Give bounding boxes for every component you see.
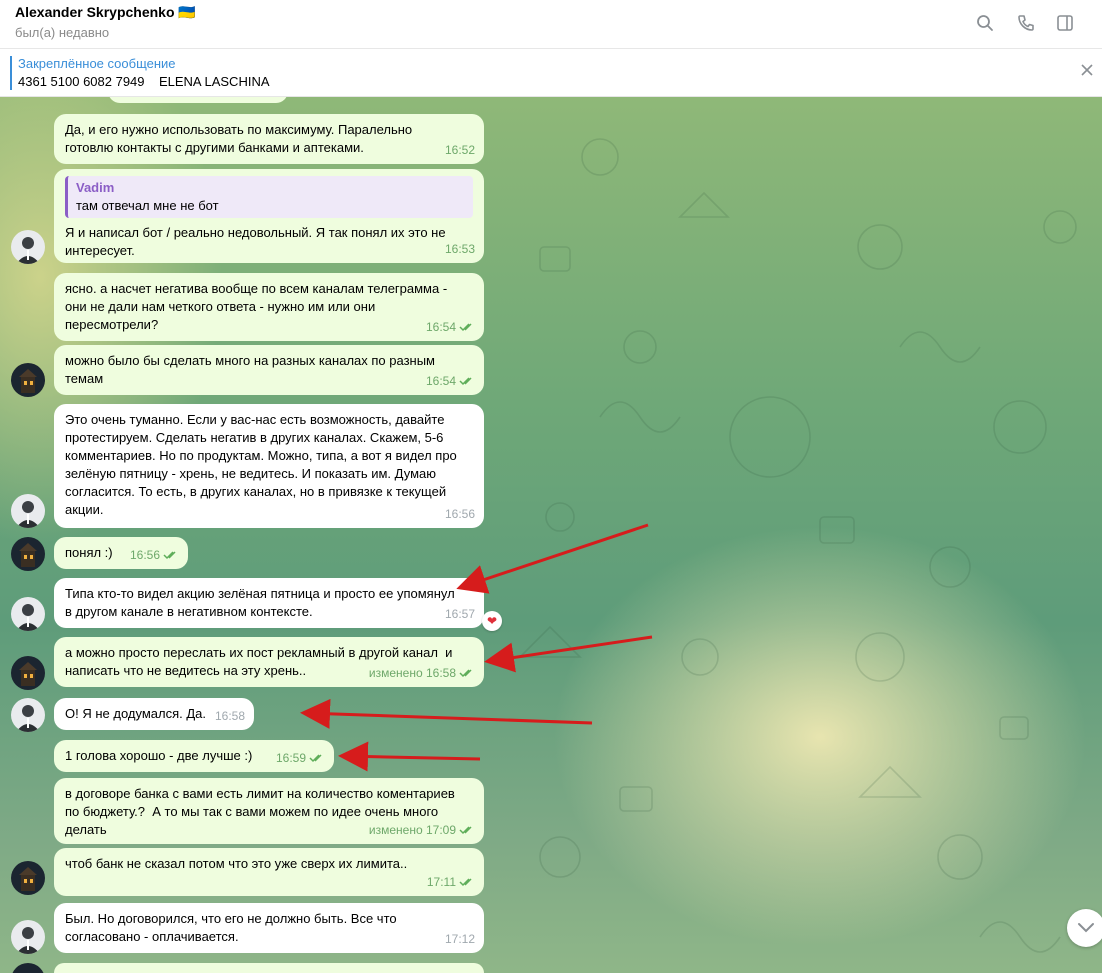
message-bubble[interactable]: чтоб банк не сказал потом что это уже св… [54,848,484,896]
avatar[interactable] [11,656,45,690]
contact-name[interactable]: Alexander Skrypchenko 🇺🇦 [15,4,196,21]
avatar[interactable] [11,597,45,631]
read-checkmark-icon [459,669,472,678]
message-meta: 16:52 [445,141,475,159]
avatar[interactable] [11,494,45,528]
message-text: ясно. а насчет негатива вообще по всем к… [65,281,448,332]
message-meta: 16:59 [276,749,325,767]
message-text: чтоб банк не сказал потом что это уже св… [65,856,408,871]
message-bubble-partial[interactable] [54,963,484,973]
message-meta: 16:54 [426,318,475,336]
read-checkmark-icon [459,826,472,835]
message-bubble[interactable]: понял :) 16:56 [54,537,188,569]
avatar[interactable] [11,230,45,264]
message-time: 16:54 [425,374,456,388]
reply-text: там отвечал мне не бот [76,198,219,213]
avatar[interactable] [11,537,45,571]
avatar[interactable] [11,363,45,397]
chat-header: Alexander Skrypchenko 🇺🇦 был(а) недавно [0,0,1102,49]
close-icon[interactable] [1080,63,1100,83]
heart-reaction-icon[interactable]: ❤ [482,611,502,631]
message-bubble[interactable]: Был. Но договорился, что его не должно б… [54,903,484,953]
message-time: изменено 16:58 [368,666,456,680]
message-time: 16:54 [425,320,456,334]
phone-icon[interactable] [1013,10,1039,36]
message-time: 17:11 [426,875,456,889]
message-bubble[interactable]: О! Я не додумался. Да. 16:58 [54,698,254,730]
message-text: Типа кто-то видел акцию зелёная пятница … [65,586,455,619]
message-bubble[interactable]: Это очень туманно. Если у вас-нас есть в… [54,404,484,528]
message-bubble[interactable]: ясно. а насчет негатива вообще по всем к… [54,273,484,341]
read-checkmark-icon [459,323,472,332]
message-meta: 17:11 [427,873,475,891]
message-list[interactable]: Да, и его нужно использовать по максимум… [0,97,1102,973]
message-time: 16:57 [444,607,475,621]
message-time: изменено 17:09 [368,823,456,837]
contact-status: был(а) недавно [15,25,110,40]
message-bubble[interactable]: Типа кто-то видел акцию зелёная пятница … [54,578,484,628]
chevron-down-icon [1078,923,1094,933]
reply-quote[interactable]: Vadim там отвечал мне не бот [65,176,473,218]
message-meta: 16:56 [130,546,179,564]
search-icon[interactable] [972,10,998,36]
message-meta: изменено 16:58 [369,664,475,682]
message-bubble[interactable]: можно было бы сделать много на разных ка… [54,345,484,395]
avatar[interactable] [11,920,45,954]
message-time: 16:53 [444,242,475,256]
message-bubble[interactable]: 1 голова хорошо - две лучше :) 16:59 [54,740,334,772]
read-checkmark-icon [459,878,472,887]
read-checkmark-icon [163,551,176,560]
message-text: можно было бы сделать много на разных ка… [65,353,435,386]
reply-author: Vadim [76,180,115,195]
read-checkmark-icon [309,754,322,763]
message-bubble[interactable]: в договоре банка с вами есть лимит на ко… [54,778,484,844]
read-checkmark-icon [459,377,472,386]
message-meta: изменено 17:09 [369,821,475,839]
message-time: 16:59 [275,751,306,765]
message-text: Это очень туманно. Если у вас-нас есть в… [65,412,457,517]
message-time: 16:56 [444,507,475,521]
avatar[interactable] [11,698,45,732]
pinned-text: 4361 5100 6082 7949 ELENA LASCHINA [18,74,270,89]
message-meta: 16:54 [426,372,475,390]
message-meta: 16:53 [445,240,475,258]
scroll-to-bottom-button[interactable] [1067,909,1102,947]
message-text: Да, и его нужно использовать по максимум… [65,122,413,155]
pinned-message-bar[interactable]: Закреплённое сообщение 4361 5100 6082 79… [0,49,1102,97]
message-meta: 16:58 [215,707,245,725]
message-text: Был. Но договорился, что его не должно б… [65,911,397,944]
message-meta: 16:57 [445,605,475,623]
message-time: 17:12 [444,932,475,946]
sidebar-toggle-icon[interactable] [1052,10,1078,36]
message-bubble[interactable]: а можно просто переслать их пост рекламн… [54,637,484,687]
message-text: Я и написал бот / реально недовольный. Я… [65,225,446,258]
message-time: 16:58 [214,709,245,723]
message-meta: 17:12 [445,930,475,948]
avatar[interactable] [11,861,45,895]
pinned-title: Закреплённое сообщение [18,56,176,71]
message-time: 16:52 [444,143,475,157]
message-bubble[interactable]: Да, и его нужно использовать по максимум… [54,114,484,164]
pinned-accent-bar [10,56,12,90]
message-bubble[interactable]: Vadim там отвечал мне не бот Я и написал… [54,169,484,263]
message-bubble-partial[interactable] [108,97,288,103]
message-time: 16:56 [129,548,160,562]
message-meta: 16:56 [445,505,475,523]
